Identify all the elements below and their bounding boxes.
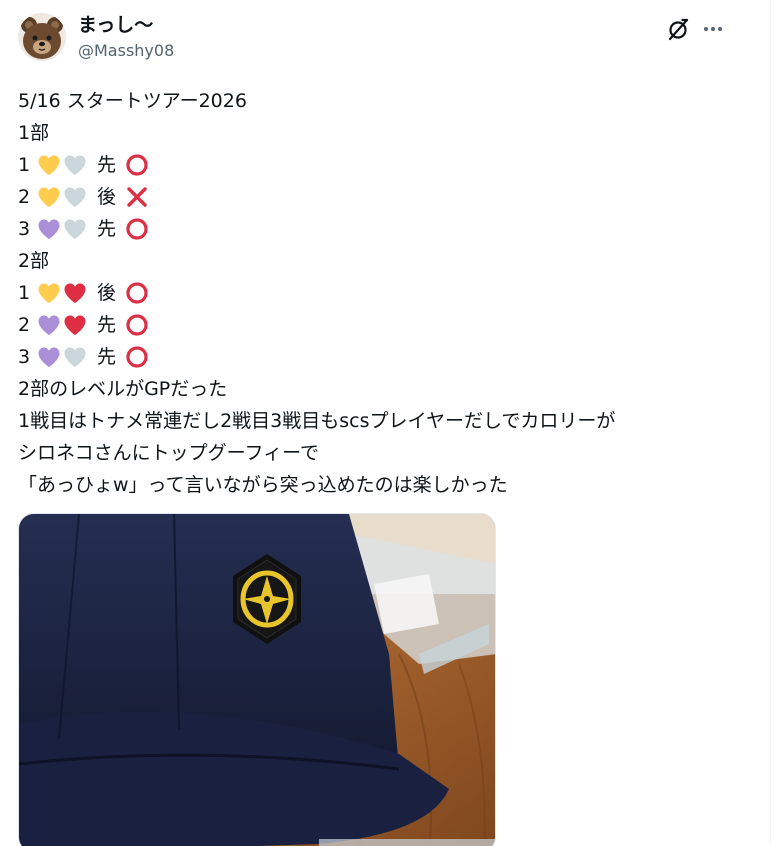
tweet-card: まっし〜 @Masshy08 5/16 スタートツアー2026 1部 1先2後3… <box>0 0 771 846</box>
comment-line: 2部のレベルがGPだった <box>18 378 228 400</box>
win-circle-icon <box>125 313 149 337</box>
red-heart-icon <box>63 314 87 336</box>
match-row: 2先 <box>18 309 738 341</box>
match-row: 1先 <box>18 149 738 181</box>
tweet-photo[interactable] <box>18 513 496 846</box>
loss-cross-icon <box>125 185 149 209</box>
win-circle-icon <box>125 153 149 177</box>
turn-order: 後 <box>97 186 117 208</box>
comment-line: 1戦目はトナメ常連だし2戦目3戦目もscsプレイヤーだしでカロリーが <box>18 410 616 432</box>
turn-order: 後 <box>97 282 117 304</box>
more-horizontal-icon[interactable] <box>700 16 726 42</box>
comment-line: シロネコさんにトップグーフィーで <box>18 442 319 464</box>
win-circle-icon <box>125 217 149 241</box>
part2-match-list: 1後2先3先 <box>18 277 738 373</box>
turn-order: 先 <box>97 218 117 240</box>
match-row: 1後 <box>18 277 738 309</box>
part1-match-list: 1先2後3先 <box>18 149 738 245</box>
yellow-heart-icon <box>37 186 61 208</box>
turn-order: 先 <box>97 154 117 176</box>
turn-order: 先 <box>97 314 117 336</box>
avatar[interactable] <box>18 13 66 61</box>
white-heart-icon <box>63 218 87 240</box>
grok-slash-icon[interactable] <box>666 16 692 42</box>
cap-photo <box>19 514 495 846</box>
red-heart-icon <box>63 282 87 304</box>
white-heart-icon <box>63 154 87 176</box>
teddy-bear-avatar-icon <box>18 13 66 61</box>
match-row: 3先 <box>18 213 738 245</box>
tweet-title-line: 5/16 スタートツアー2026 <box>18 90 247 112</box>
match-number: 1 <box>18 154 31 176</box>
tweet-text: 5/16 スタートツアー2026 1部 1先2後3先 2部 1後2先3先 2部の… <box>18 85 738 501</box>
match-number: 2 <box>18 186 31 208</box>
match-number: 3 <box>18 218 31 240</box>
white-heart-icon <box>63 346 87 368</box>
white-heart-icon <box>63 186 87 208</box>
win-circle-icon <box>125 281 149 305</box>
display-name[interactable]: まっし〜 <box>78 13 153 37</box>
purple-heart-icon <box>37 314 61 336</box>
part1-label: 1部 <box>18 122 50 144</box>
match-number: 1 <box>18 282 31 304</box>
tweet-comment: 2部のレベルがGPだった 1戦目はトナメ常連だし2戦目3戦目もscsプレイヤーだし… <box>18 373 738 501</box>
win-circle-icon <box>125 345 149 369</box>
comment-line: 「あっひょw」って言いながら突っ込めたのは楽しかった <box>18 474 508 496</box>
yellow-heart-icon <box>37 282 61 304</box>
user-handle[interactable]: @Masshy08 <box>78 40 174 62</box>
purple-heart-icon <box>37 346 61 368</box>
match-number: 3 <box>18 346 31 368</box>
match-row: 2後 <box>18 181 738 213</box>
purple-heart-icon <box>37 218 61 240</box>
turn-order: 先 <box>97 346 117 368</box>
part2-label: 2部 <box>18 250 50 272</box>
match-row: 3先 <box>18 341 738 373</box>
yellow-heart-icon <box>37 154 61 176</box>
match-number: 2 <box>18 314 31 336</box>
